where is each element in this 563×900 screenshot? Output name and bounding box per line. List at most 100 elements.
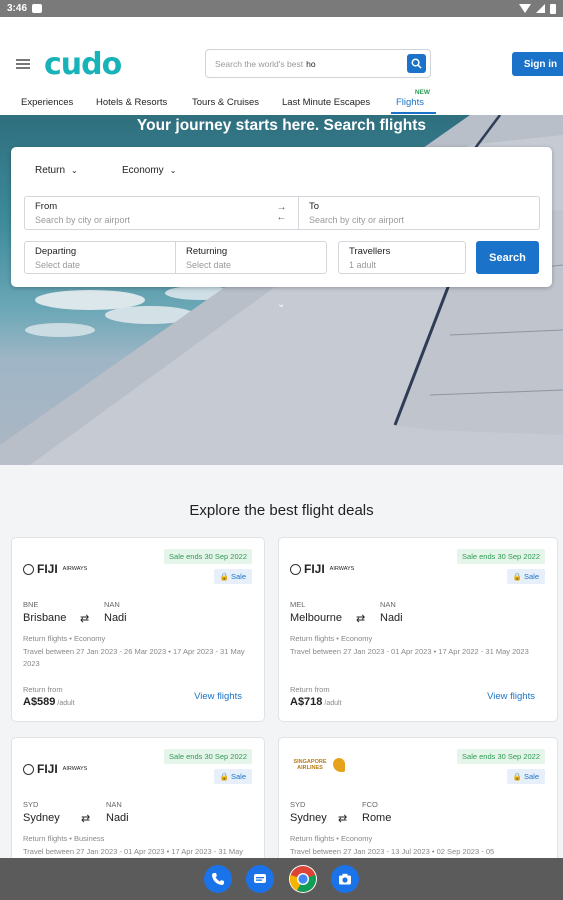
sale-ends-badge: Sale ends 30 Sep 2022	[457, 749, 545, 764]
sale-badge-label: Sale	[523, 572, 539, 581]
price-value: A$718	[290, 696, 323, 708]
tab-flights-label: Flights	[396, 97, 424, 108]
search-button[interactable]	[407, 54, 426, 73]
return-from-label: Return from	[23, 685, 63, 694]
origin-city: Melbourne	[290, 612, 342, 624]
swap-arrows-icon: ⇄	[80, 613, 90, 625]
status-time: 3:46	[7, 3, 28, 14]
destination-city: Nadi	[106, 812, 129, 824]
signin-button[interactable]: Sign in	[512, 52, 563, 76]
return-from-label: Return from	[290, 685, 330, 694]
from-placeholder: Search by city or airport	[35, 215, 131, 225]
deal-card[interactable]: SINGAPORE AIRLINES Sale ends 30 Sep 2022…	[278, 737, 558, 877]
returning-date-field[interactable]: Returning Select date	[175, 241, 327, 274]
origin-city: Sydney	[23, 812, 60, 824]
departing-label: Departing	[35, 246, 77, 257]
airline-sub: AIRWAYS	[62, 566, 88, 572]
airline-sub: AIRWAYS	[329, 566, 355, 572]
airline-logo: FIJI AIRWAYS	[290, 562, 354, 576]
deal-card[interactable]: FIJI AIRWAYS Sale ends 30 Sep 2022 🔒 Sale…	[11, 537, 265, 722]
destination-city: Rome	[362, 812, 392, 824]
to-field[interactable]: To Search by city or airport	[298, 196, 540, 230]
airline-name: FIJI	[37, 762, 58, 776]
travellers-field[interactable]: Travellers 1 adult	[338, 241, 466, 274]
travellers-value: 1 adult	[349, 260, 377, 270]
from-field[interactable]: From Search by city or airport	[24, 196, 266, 230]
destination-code: NAN	[380, 600, 396, 609]
status-bar: 3:46	[0, 0, 563, 17]
category-nav: Experiences Hotels & Resorts Tours & Cru…	[0, 89, 563, 115]
wifi-icon	[519, 4, 531, 13]
flight-type: Return flights • Economy	[290, 834, 373, 843]
messages-icon[interactable]	[246, 865, 274, 893]
search-placeholder: Search the world's best	[215, 58, 304, 69]
active-tab-indicator	[391, 112, 436, 114]
search-flights-button[interactable]: Search	[476, 241, 539, 274]
hero-title: Your journey starts here. Search flights	[136, 117, 427, 134]
airline-name: FIJI	[304, 562, 325, 576]
destination-city: Nadi	[380, 612, 403, 624]
trip-type-value: Return	[35, 165, 66, 176]
flight-type: Return flights • Business	[23, 834, 105, 843]
trip-type-dropdown[interactable]: Return ⌄	[35, 165, 78, 176]
sale-badge: 🔒 Sale	[213, 769, 252, 784]
deal-price: A$718/adult	[290, 696, 342, 708]
search-icon	[411, 58, 422, 69]
search-input[interactable]: Search the world's best ho	[205, 49, 431, 78]
airline-logo: SINGAPORE AIRLINES	[290, 758, 345, 772]
view-flights-link[interactable]: View flights	[194, 691, 242, 702]
deal-card[interactable]: FIJI AIRWAYS Sale ends 30 Sep 2022 🔒 Sale…	[278, 537, 558, 722]
cabin-class-dropdown[interactable]: Economy ⌄	[122, 165, 176, 176]
sale-ends-badge: Sale ends 30 Sep 2022	[164, 549, 252, 564]
new-badge: NEW	[414, 89, 430, 96]
chrome-icon[interactable]	[289, 865, 317, 893]
origin-code: BNE	[23, 600, 39, 609]
signal-icon	[536, 4, 545, 13]
departing-date-field[interactable]: Departing Select date	[24, 241, 176, 274]
chevron-down-icon: ⌄	[71, 166, 78, 175]
battery-icon	[550, 3, 556, 14]
travel-dates: Travel between 27 Jan 2023 - 26 Mar 2023…	[23, 647, 245, 668]
hero-banner: Your journey starts here. Search flights…	[0, 115, 563, 465]
to-placeholder: Search by city or airport	[309, 215, 405, 225]
view-flights-link[interactable]: View flights	[487, 691, 535, 702]
departing-placeholder: Select date	[35, 260, 81, 270]
sale-ends-badge: Sale ends 30 Sep 2022	[164, 749, 252, 764]
tab-tours-cruises[interactable]: Tours & Cruises	[192, 97, 259, 108]
cudo-logo[interactable]: cudo	[44, 47, 122, 82]
sale-badge-label: Sale	[230, 572, 246, 581]
deal-price: A$589/adult	[23, 696, 75, 708]
tab-hotels-resorts[interactable]: Hotels & Resorts	[96, 97, 167, 108]
fiji-logo-icon	[23, 563, 34, 575]
from-label: From	[35, 201, 58, 212]
swap-arrows-icon: ⇄	[356, 613, 366, 625]
swap-direction-button[interactable]: → ←	[265, 196, 298, 230]
arrow-left-icon: ←	[276, 212, 287, 223]
sale-badge: 🔒 Sale	[506, 769, 545, 784]
tab-experiences[interactable]: Experiences	[21, 97, 73, 108]
menu-icon[interactable]	[16, 59, 30, 69]
travel-dates: Travel between 27 Jan 2023 - 01 Apr 2023…	[290, 647, 529, 656]
returning-placeholder: Select date	[186, 260, 232, 270]
tab-flights[interactable]: Flights NEW	[396, 89, 430, 108]
android-dock	[0, 858, 563, 900]
sale-ends-badge: Sale ends 30 Sep 2022	[457, 549, 545, 564]
notification-icon	[32, 4, 43, 13]
flight-type: Return flights • Economy	[23, 634, 106, 643]
swap-arrows-icon: ⇄	[338, 813, 348, 825]
to-label: To	[309, 201, 320, 212]
scroll-down-chevron-icon[interactable]: ⌄	[277, 299, 285, 310]
tab-last-minute-escapes[interactable]: Last Minute Escapes	[282, 97, 370, 108]
chevron-down-icon: ⌄	[169, 166, 177, 175]
destination-code: NAN	[104, 600, 120, 609]
phone-icon[interactable]	[204, 865, 232, 893]
airline-sub: AIRWAYS	[62, 766, 88, 772]
sale-badge-label: Sale	[523, 772, 539, 781]
origin-city: Sydney	[290, 812, 327, 824]
search-value: ho	[306, 58, 316, 69]
sale-badge: 🔒 Sale	[213, 569, 252, 584]
camera-icon[interactable]	[331, 865, 359, 893]
swap-arrows-icon: ⇄	[81, 813, 91, 825]
airline-logo: FIJI AIRWAYS	[23, 762, 87, 776]
deal-card[interactable]: FIJI AIRWAYS Sale ends 30 Sep 2022 🔒 Sale…	[11, 737, 265, 877]
